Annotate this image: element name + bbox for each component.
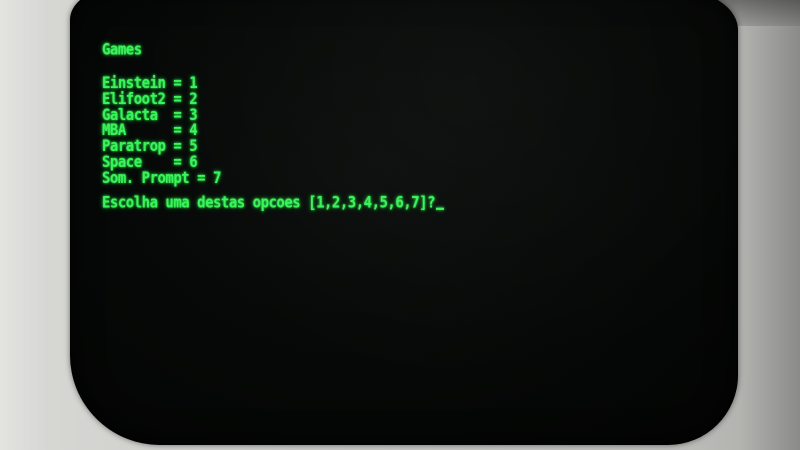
menu-title: Games (102, 40, 142, 60)
menu-item-som-prompt: Som. Prompt = 7 (102, 168, 221, 188)
text-cursor (436, 207, 445, 210)
command-prompt[interactable]: Escolha uma destas opcoes [1,2,3,4,5,6,7… (102, 193, 445, 213)
screen-glare (70, 0, 738, 445)
prompt-text: Escolha uma destas opcoes [1,2,3,4,5,6,7… (102, 193, 436, 213)
game-menu-list: Einstein = 1 Elifoot2 = 2 Galacta = 3 MB… (102, 74, 221, 188)
crt-screen: Games Einstein = 1 Elifoot2 = 2 Galacta … (70, 0, 738, 445)
monitor-bezel-shadow (740, 0, 800, 450)
